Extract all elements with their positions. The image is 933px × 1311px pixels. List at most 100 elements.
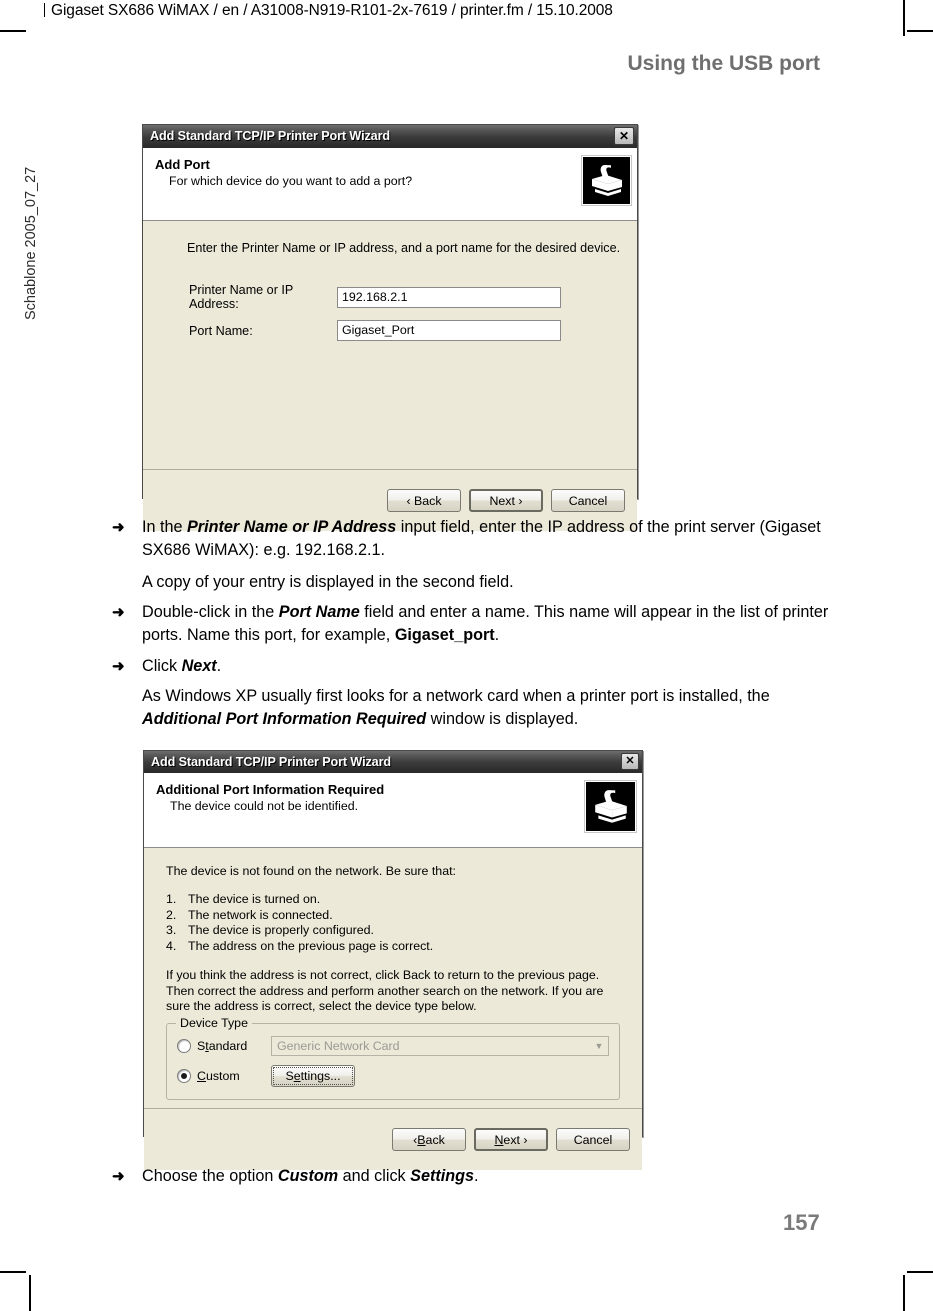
next-button[interactable]: Next › bbox=[474, 1128, 548, 1151]
dialog1-header-title: Add Port bbox=[155, 157, 210, 172]
standard-option-row[interactable]: Standard Generic Network Card ▼ bbox=[177, 1035, 609, 1056]
port-name-field-row: Port Name: Gigaset_Port bbox=[143, 320, 637, 341]
crop-mark-bottom-left bbox=[29, 1275, 31, 1311]
dialog2-header-subtitle: The device could not be identified. bbox=[170, 799, 359, 813]
next-label-key: N bbox=[494, 1132, 504, 1147]
back-label-key: B bbox=[417, 1132, 426, 1147]
dialog2-body: The device is not found on the network. … bbox=[144, 848, 642, 1108]
dialog2-header-text: Additional Port Information Required The… bbox=[156, 781, 585, 814]
list-item: 4. The address on the previous page is c… bbox=[166, 939, 642, 955]
arrow-bullet-icon: ➜ bbox=[112, 658, 125, 675]
crop-mark-right-bottom bbox=[907, 1271, 933, 1273]
arrow-bullet-icon: ➜ bbox=[112, 604, 125, 621]
step4-text-c: and click bbox=[338, 1167, 411, 1185]
dialog1-header-text: Add Port For which device do you want to… bbox=[155, 156, 582, 189]
additional-port-info-dialog[interactable]: Add Standard TCP/IP Printer Port Wizard … bbox=[143, 750, 643, 1170]
dialog2-intro: The device is not found on the network. … bbox=[166, 864, 456, 878]
step4-term-settings: Settings bbox=[410, 1167, 475, 1185]
list-item: 3. The device is properly configured. bbox=[166, 923, 642, 939]
device-type-groupbox: Device Type Standard Generic Network Car… bbox=[166, 1015, 620, 1100]
step2-text-e: . bbox=[494, 625, 500, 644]
back-button[interactable]: ‹ Back bbox=[392, 1128, 466, 1151]
cancel-button[interactable]: Cancel bbox=[551, 489, 625, 512]
list-item-number: 2. bbox=[166, 907, 177, 922]
note1-text: A copy of your entry is displayed in the… bbox=[142, 573, 514, 591]
add-port-wizard-dialog[interactable]: Add Standard TCP/IP Printer Port Wizard … bbox=[142, 124, 638, 531]
custom-option-row[interactable]: Custom Se ttings... bbox=[177, 1064, 609, 1087]
custom-radio[interactable] bbox=[177, 1068, 191, 1083]
dialog1-header: Add Port For which device do you want to… bbox=[143, 148, 637, 221]
next-label-post: ext › bbox=[503, 1132, 528, 1147]
custom-radio-label[interactable]: Custom bbox=[197, 1069, 271, 1083]
list-item-number: 4. bbox=[166, 938, 177, 953]
dialog2-footer: ‹ Back Next › Cancel bbox=[144, 1108, 642, 1170]
crop-mark-bottom-right bbox=[903, 1275, 905, 1311]
side-label: Schablone 2005_07_27 bbox=[23, 166, 39, 320]
settings-label-pre: S bbox=[285, 1068, 294, 1083]
chevron-down-icon[interactable]: ▼ bbox=[591, 1038, 607, 1054]
settings-button[interactable]: Se ttings... bbox=[271, 1064, 355, 1087]
step1-term: Printer Name or IP Address bbox=[187, 518, 397, 536]
close-icon[interactable]: ✕ bbox=[614, 127, 634, 145]
dialog2-checklist: 1. The device is turned on. 2. The netwo… bbox=[144, 892, 642, 954]
printer-name-label: Printer Name or IP Address: bbox=[189, 283, 294, 311]
printer-name-input[interactable]: 192.168.2.1 bbox=[337, 286, 561, 308]
settings-label-post: ttings... bbox=[300, 1068, 341, 1083]
close-icon[interactable]: ✕ bbox=[621, 753, 639, 770]
standard-radio[interactable] bbox=[177, 1038, 191, 1053]
custom-label-key: C bbox=[197, 1068, 206, 1083]
printer-name-field-row: Printer Name or IP Address: 192.168.2.1 bbox=[143, 283, 637, 311]
next-button[interactable]: Next › bbox=[469, 489, 543, 512]
port-name-label: Port Name: bbox=[189, 323, 253, 338]
back-label-post: ack bbox=[425, 1132, 445, 1147]
custom-label-post: ustom bbox=[205, 1068, 240, 1083]
step2-text-a: Double-click in the bbox=[142, 603, 279, 621]
step3-term: Next bbox=[181, 657, 217, 675]
running-head: Gigaset SX686 WiMAX / en / A31008-N919-R… bbox=[44, 2, 613, 20]
dialog1-title: Add Standard TCP/IP Printer Port Wizard bbox=[150, 129, 390, 143]
arrow-bullet-icon: ➜ bbox=[112, 519, 125, 536]
step2-term: Port Name bbox=[278, 603, 360, 621]
dialog2-note: If you think the address is not correct,… bbox=[166, 968, 604, 1013]
step-choose-custom: ➜ Choose the option Custom and click Set… bbox=[112, 1165, 832, 1188]
settings-label-key: e bbox=[293, 1068, 301, 1083]
step-printer-name: ➜ In the Printer Name or IP Address inpu… bbox=[112, 516, 832, 561]
printer-icon bbox=[581, 155, 632, 206]
list-item-label: The address on the previous page is corr… bbox=[188, 938, 434, 953]
step4-text-a: Choose the option bbox=[142, 1167, 278, 1185]
step4-text-e: . bbox=[474, 1167, 479, 1185]
dialog2-titlebar[interactable]: Add Standard TCP/IP Printer Port Wizard … bbox=[144, 751, 642, 773]
step3-text-a: Click bbox=[142, 657, 182, 675]
list-item-label: The device is properly configured. bbox=[188, 923, 374, 937]
standard-radio-label[interactable]: Standard bbox=[197, 1039, 271, 1053]
crop-mark-right-top bbox=[907, 30, 933, 32]
note-additional-port-info: As Windows XP usually first looks for a … bbox=[142, 685, 832, 730]
dialog1-header-subtitle: For which device do you want to add a po… bbox=[169, 174, 413, 188]
device-type-legend: Device Type bbox=[176, 1015, 252, 1030]
note2-term: Additional Port Information Required bbox=[142, 709, 427, 728]
step1-text-a: In the bbox=[142, 518, 187, 536]
note2-text-a: As Windows XP usually first looks for a … bbox=[142, 687, 770, 705]
list-item-label: The device is turned on. bbox=[188, 892, 321, 906]
device-type-combobox[interactable]: Generic Network Card ▼ bbox=[271, 1035, 609, 1056]
device-type-combobox-value: Generic Network Card bbox=[277, 1038, 400, 1053]
back-button[interactable]: ‹ Back bbox=[387, 489, 461, 512]
crop-mark-top-right bbox=[903, 0, 905, 36]
printer-icon bbox=[584, 780, 637, 833]
list-item: 1. The device is turned on. bbox=[166, 892, 642, 908]
note2-text-c: window is displayed. bbox=[426, 709, 579, 728]
dialog2-header-title: Additional Port Information Required bbox=[156, 782, 385, 797]
list-item: 2. The network is connected. bbox=[166, 908, 642, 924]
step-port-name: ➜ Double-click in the Port Name field an… bbox=[112, 601, 832, 646]
running-head-rule bbox=[44, 3, 45, 17]
step3-text-c: . bbox=[216, 657, 222, 675]
cancel-button[interactable]: Cancel bbox=[556, 1128, 630, 1151]
dialog1-instruction: Enter the Printer Name or IP address, an… bbox=[187, 241, 621, 255]
list-item-label: The network is connected. bbox=[188, 907, 333, 922]
dialog2-title: Add Standard TCP/IP Printer Port Wizard bbox=[151, 754, 391, 769]
list-item-number: 3. bbox=[166, 923, 177, 937]
dialog2-header: Additional Port Information Required The… bbox=[144, 773, 642, 848]
port-name-input[interactable]: Gigaset_Port bbox=[337, 320, 561, 341]
dialog1-titlebar[interactable]: Add Standard TCP/IP Printer Port Wizard … bbox=[143, 125, 637, 148]
crop-mark-left-bottom bbox=[0, 1271, 26, 1273]
